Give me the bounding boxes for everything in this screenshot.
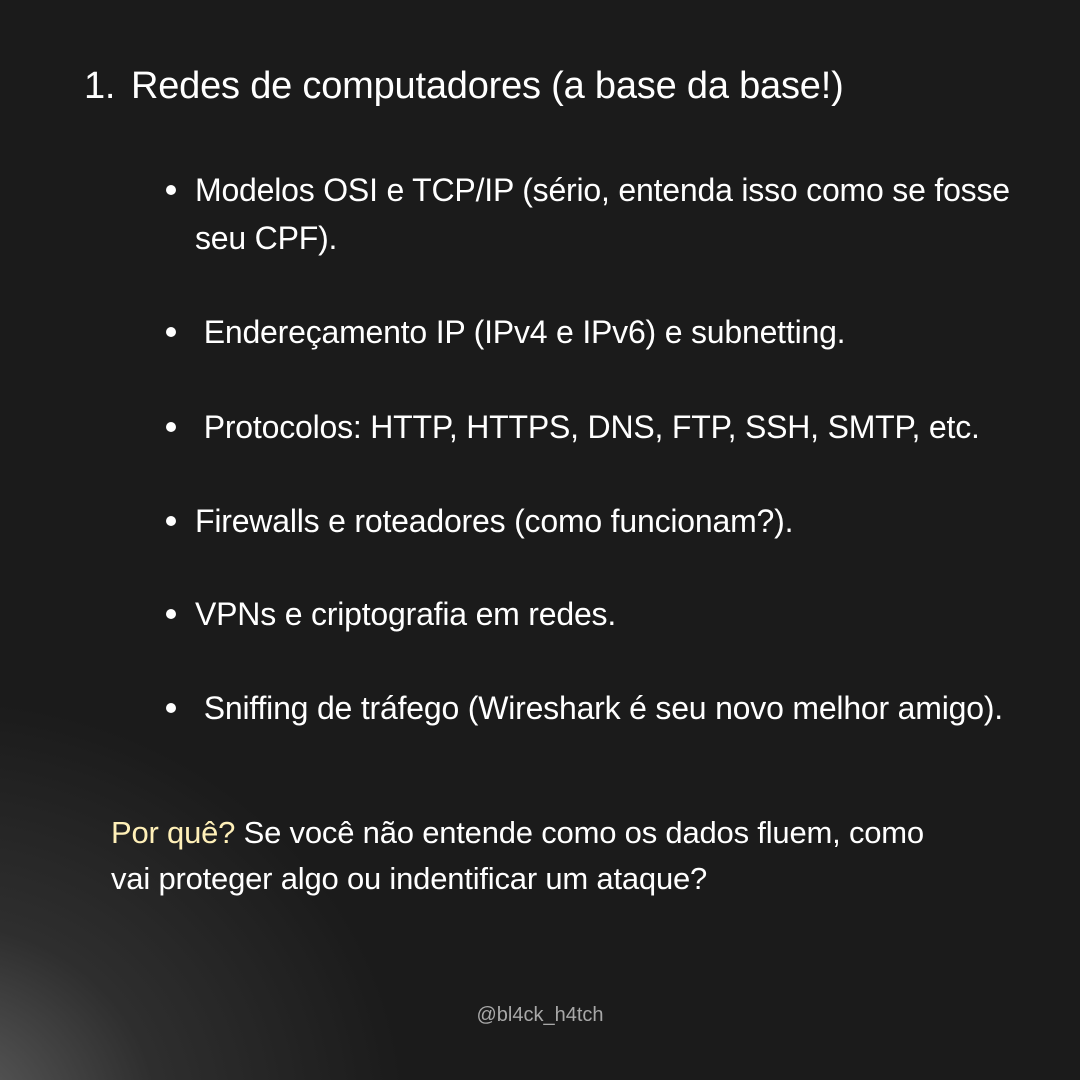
list-item: VPNs e criptografia em redes. bbox=[162, 590, 1022, 638]
list-item-text: Sniffing de tráfego (Wireshark é seu nov… bbox=[195, 690, 1003, 726]
list-item: Protocolos: HTTP, HTTPS, DNS, FTP, SSH, … bbox=[162, 403, 1022, 451]
bullet-icon bbox=[166, 185, 176, 195]
list-item-text: Modelos OSI e TCP/IP (sério, entenda iss… bbox=[195, 172, 1019, 256]
list-item: Endereçamento IP (IPv4 e IPv6) e subnett… bbox=[162, 308, 1022, 356]
list-item: Sniffing de tráfego (Wireshark é seu nov… bbox=[162, 684, 1022, 732]
list-item: Modelos OSI e TCP/IP (sério, entenda iss… bbox=[162, 166, 1022, 262]
section-heading: 1. Redes de computadores (a base da base!… bbox=[84, 62, 844, 110]
bullet-icon bbox=[166, 703, 176, 713]
bullet-icon bbox=[166, 422, 176, 432]
list-item-text: Endereçamento IP (IPv4 e IPv6) e subnett… bbox=[195, 314, 846, 350]
list-item: Firewalls e roteadores (como funcionam?)… bbox=[162, 497, 1022, 545]
bullet-icon bbox=[166, 516, 176, 526]
why-lead: Por quê? bbox=[111, 815, 236, 850]
bullet-icon bbox=[166, 609, 176, 619]
why-paragraph: Por quê? Se você não entende como os dad… bbox=[111, 810, 971, 902]
author-handle: @bl4ck_h4tch bbox=[476, 1004, 604, 1026]
list-item-text: Protocolos: HTTP, HTTPS, DNS, FTP, SSH, … bbox=[195, 409, 980, 445]
section-number: 1. bbox=[84, 65, 116, 107]
bullet-icon bbox=[166, 327, 176, 337]
list-item-text: VPNs e criptografia em redes. bbox=[195, 596, 617, 632]
list-item-text: Firewalls e roteadores (como funcionam?)… bbox=[195, 503, 794, 539]
section-title: Redes de computadores (a base da base!) bbox=[131, 65, 844, 107]
